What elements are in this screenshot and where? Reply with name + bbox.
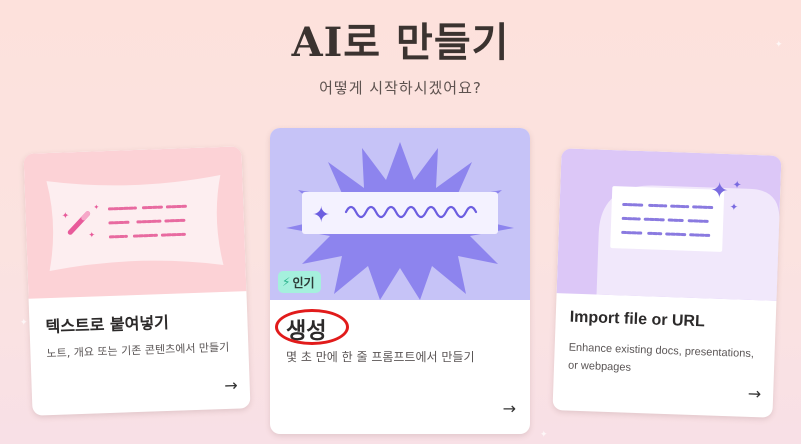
card-description: 몇 초 만에 한 줄 프롬프트에서 만들기 [286,350,475,364]
highlight-ring [275,309,349,345]
svg-text:✦: ✦ [62,211,70,221]
svg-text:✦: ✦ [93,203,99,211]
sparkle-icon: ✦ [540,430,548,440]
card-title: 텍스트로 붙여넣기 [45,312,170,337]
arrow-right-icon: → [502,399,516,418]
svg-text:✦: ✦ [88,230,95,239]
popular-badge: ⚡ 인기 [278,271,321,293]
import-illustration: ✦ ✦ ✦ [556,148,782,301]
card-description: Enhance existing docs, presentations, or… [567,341,755,374]
sparkle-icon: ✦ [775,40,783,50]
generate-card[interactable]: ✦ ⚡ 인기 생성 몇 초 만에 한 줄 프롬프트에서 만들기 → [270,128,530,434]
lightning-icon: ⚡ [282,275,291,289]
paste-text-illustration: ✦ ✦ ✦ [23,146,247,299]
page-subtitle: 어떻게 시작하시겠어요? [319,79,482,97]
svg-text:✦: ✦ [710,178,729,204]
page-title: AI로 만들기 [291,19,510,66]
svg-text:✦: ✦ [732,178,742,191]
sparkle-star-icon: ✦ [312,203,330,228]
sparkle-icon: ✦ [20,318,28,328]
badge-label: 인기 [292,275,315,290]
paste-text-card[interactable]: ✦ ✦ ✦ 텍스트로 붙여넣기 노트, 개요 또는 기존 콘텐츠에서 만들기 → [23,146,251,416]
import-file-card[interactable]: ✦ ✦ ✦ Import file or URL Enhance existin… [552,148,782,418]
arrow-right-icon: → [747,383,762,404]
svg-text:✦: ✦ [729,202,738,213]
card-title: Import file or URL [569,308,706,331]
card-description: 노트, 개요 또는 기존 콘텐츠에서 만들기 [46,340,230,361]
arrow-right-icon: → [223,375,239,396]
